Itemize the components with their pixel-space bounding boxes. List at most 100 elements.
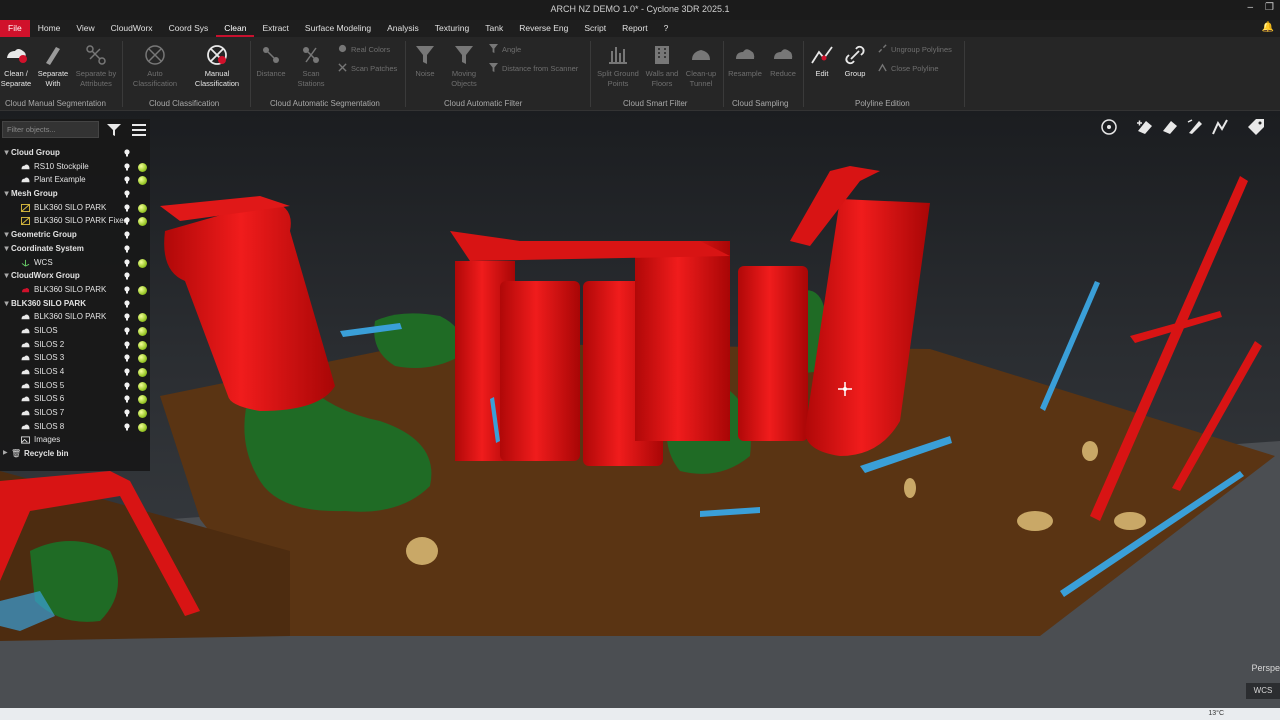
menu-coord-sys[interactable]: Coord Sys [161, 20, 217, 37]
reduce-button[interactable]: Reduce [766, 43, 800, 79]
menu-extract[interactable]: Extract [254, 20, 296, 37]
hamburger-menu-icon[interactable] [132, 124, 146, 136]
status-dot-icon[interactable] [138, 162, 147, 172]
brush-icon[interactable] [1185, 117, 1205, 137]
status-dot-icon[interactable] [138, 203, 147, 213]
tree-group-blk360-silo-park[interactable]: ▶ BLK360 SILO PARK [0, 297, 150, 311]
visibility-bulb-icon[interactable] [124, 299, 130, 308]
tree-item-wcs[interactable]: WCS [0, 256, 150, 270]
filter-objects-input[interactable]: Filter objects... [2, 121, 99, 138]
menu-reverse-eng[interactable]: Reverse Eng [511, 20, 576, 37]
status-dot-icon[interactable] [138, 409, 147, 419]
real-colors-button[interactable]: Real Colors [338, 44, 390, 54]
tree-item-silos-5[interactable]: SILOS 5 [0, 379, 150, 393]
visibility-bulb-icon[interactable] [124, 354, 130, 362]
scan-patches-button[interactable]: Scan Patches [338, 63, 397, 73]
visibility-bulb-icon[interactable] [124, 327, 130, 335]
manual-classification-button[interactable]: Manual Classification [190, 43, 244, 89]
visibility-bulb-icon[interactable] [124, 204, 130, 212]
visibility-bulb-icon[interactable] [124, 163, 130, 171]
tree-group-cloud-group[interactable]: ▶ Cloud Group [0, 146, 150, 160]
tree-group-recycle-bin[interactable]: ▶ Recycle bin 🗑 [0, 447, 150, 461]
menu-tank[interactable]: Tank [477, 20, 511, 37]
tree-item-silos-6[interactable]: SILOS 6 [0, 392, 150, 406]
tree-item-silos-2[interactable]: SILOS 2 [0, 338, 150, 352]
visibility-bulb-icon[interactable] [124, 245, 130, 253]
tree-group-coordinate-system[interactable]: ▶ Coordinate System [0, 242, 150, 256]
status-dot-icon[interactable] [138, 313, 147, 323]
tree-group-mesh-group[interactable]: ▶ Mesh Group [0, 187, 150, 201]
status-dot-icon[interactable] [138, 422, 147, 432]
status-dot-icon[interactable] [138, 395, 147, 405]
visibility-bulb-icon[interactable] [124, 231, 130, 239]
menu-home[interactable]: Home [30, 20, 69, 37]
menu-clean[interactable]: Clean [216, 20, 255, 37]
menu-cloudworx[interactable]: CloudWorx [103, 20, 161, 37]
notification-bell-icon[interactable]: 🔔 [1262, 22, 1274, 33]
expand-arrow-icon[interactable]: ▶ [3, 447, 8, 461]
separate-by-attributes-button[interactable]: Separate by Attributes [73, 43, 119, 89]
tree-group-geometric-group[interactable]: ▶ Geometric Group [0, 228, 150, 242]
group-button[interactable]: Group [840, 43, 870, 79]
menu-file[interactable]: File [0, 20, 30, 37]
visibility-bulb-icon[interactable] [124, 217, 130, 225]
edit-button[interactable]: Edit [808, 43, 836, 79]
visibility-bulb-icon[interactable] [124, 395, 130, 403]
resample-button[interactable]: Resample [726, 43, 764, 79]
tree-item-blk360-silo-park[interactable]: BLK360 SILO PARK [0, 201, 150, 215]
visibility-bulb-icon[interactable] [124, 258, 130, 267]
tree-item-images[interactable]: Images [0, 433, 150, 447]
menu-help[interactable]: ? [656, 20, 677, 37]
tree-item-blk360-silo-park[interactable]: BLK360 SILO PARK [0, 283, 150, 297]
tree-item-silos-7[interactable]: SILOS 7 [0, 406, 150, 420]
visibility-bulb-icon[interactable] [124, 190, 130, 198]
visibility-bulb-icon[interactable] [124, 286, 130, 294]
visibility-bulb-icon[interactable] [124, 149, 130, 157]
minimize-button[interactable]: – [1247, 2, 1253, 13]
separate-with-button[interactable]: Separate With [36, 43, 72, 89]
status-dot-icon[interactable] [138, 368, 147, 377]
status-dot-icon[interactable] [138, 217, 147, 227]
menu-script[interactable]: Script [576, 20, 614, 37]
close-polyline-button[interactable]: Close Polyline [878, 63, 939, 73]
eraser-icon[interactable] [1160, 117, 1180, 137]
status-dot-icon[interactable] [138, 354, 147, 364]
noise-button[interactable]: Noise [410, 43, 440, 79]
status-dot-icon[interactable] [138, 176, 147, 186]
tree-item-rs10-stockpile[interactable]: RS10 Stockpile [0, 160, 150, 174]
moving-objects-button[interactable]: Moving Objects [446, 43, 482, 89]
distance-button[interactable]: Distance [254, 43, 288, 79]
visibility-bulb-icon[interactable] [124, 368, 130, 376]
menu-surface-modeling[interactable]: Surface Modeling [297, 20, 379, 37]
tree-item-silos-8[interactable]: SILOS 8 [0, 420, 150, 434]
visibility-bulb-icon[interactable] [124, 313, 130, 321]
lasso-icon[interactable] [1210, 117, 1230, 137]
filter-icon[interactable] [107, 124, 121, 136]
visibility-bulb-icon[interactable] [124, 409, 130, 417]
menu-analysis[interactable]: Analysis [379, 20, 427, 37]
status-dot-icon[interactable] [138, 285, 147, 295]
tree-item-blk360-silo-park[interactable]: BLK360 SILO PARK [0, 310, 150, 324]
eraser-add-icon[interactable] [1135, 117, 1155, 137]
status-dot-icon[interactable] [138, 340, 147, 350]
visibility-bulb-icon[interactable] [124, 272, 130, 280]
clean-up-tunnel-button[interactable]: Clean-up Tunnel [682, 43, 720, 89]
tag-icon[interactable] [1246, 117, 1266, 137]
tree-group-cloudworx-group[interactable]: ▶ CloudWorx Group [0, 269, 150, 283]
ungroup-polylines-button[interactable]: Ungroup Polylines [878, 44, 952, 54]
scan-stations-button[interactable]: Scan Stations [294, 43, 328, 89]
status-dot-icon[interactable] [138, 326, 147, 336]
walls-and-floors-button[interactable]: Walls and Floors [643, 43, 681, 89]
menu-view[interactable]: View [68, 20, 102, 37]
visibility-bulb-icon[interactable] [124, 423, 130, 431]
status-dot-icon[interactable] [138, 258, 147, 268]
3d-viewport[interactable] [0, 111, 1280, 708]
menu-texturing[interactable]: Texturing [427, 20, 478, 37]
visibility-bulb-icon[interactable] [124, 341, 130, 349]
tree-item-silos-4[interactable]: SILOS 4 [0, 365, 150, 379]
visibility-bulb-icon[interactable] [124, 382, 130, 390]
tree-item-silos[interactable]: SILOS [0, 324, 150, 338]
visibility-bulb-icon[interactable] [124, 176, 130, 184]
tree-item-blk360-silo-park-fixed[interactable]: BLK360 SILO PARK Fixed [0, 214, 150, 228]
clean-separate-button[interactable]: Clean / Separate [0, 43, 32, 89]
